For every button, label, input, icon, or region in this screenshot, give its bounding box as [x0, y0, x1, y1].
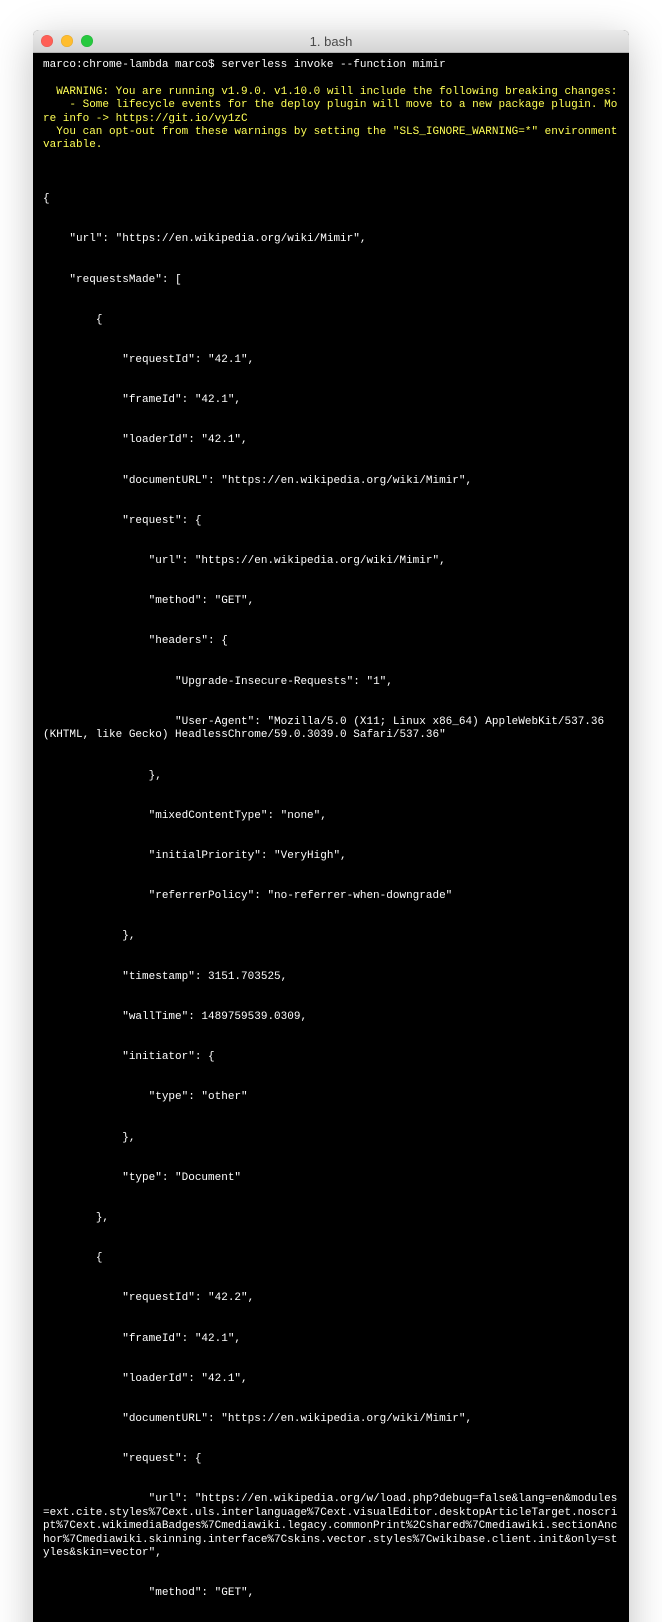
json-line: "headers": { — [43, 635, 619, 648]
warning-line: - Some lifecycle events for the deploy p… — [43, 99, 619, 126]
json-line: }, — [43, 1212, 619, 1225]
terminal-window: 1. bash marco:chrome-lambda marco$ serve… — [33, 30, 629, 1622]
json-line: "initiator": { — [43, 1051, 619, 1064]
json-line: "timestamp": 3151.703525, — [43, 971, 619, 984]
json-line: "requestsMade": [ — [43, 274, 619, 287]
json-line: "initialPriority": "VeryHigh", — [43, 850, 619, 863]
traffic-lights — [41, 35, 93, 47]
window-title: 1. bash — [33, 34, 629, 49]
json-line: "documentURL": "https://en.wikipedia.org… — [43, 1413, 619, 1426]
json-line: "type": "Document" — [43, 1172, 619, 1185]
json-line: "type": "other" — [43, 1091, 619, 1104]
json-line: { — [43, 1252, 619, 1265]
terminal-body[interactable]: marco:chrome-lambda marco$ serverless in… — [33, 53, 629, 1622]
json-line: "url": "https://en.wikipedia.org/wiki/Mi… — [43, 233, 619, 246]
json-line: "method": "GET", — [43, 595, 619, 608]
json-line: "frameId": "42.1", — [43, 394, 619, 407]
json-line: "Upgrade-Insecure-Requests": "1", — [43, 676, 619, 689]
warning-line: You can opt-out from these warnings by s… — [43, 126, 619, 153]
json-line: "request": { — [43, 515, 619, 528]
warning-line: WARNING: You are running v1.9.0. v1.10.0… — [43, 86, 619, 99]
titlebar[interactable]: 1. bash — [33, 30, 629, 53]
json-line: "wallTime": 1489759539.0309, — [43, 1011, 619, 1024]
json-line: "documentURL": "https://en.wikipedia.org… — [43, 475, 619, 488]
close-icon[interactable] — [41, 35, 53, 47]
json-line: { — [43, 193, 619, 206]
json-line: "frameId": "42.1", — [43, 1333, 619, 1346]
minimize-icon[interactable] — [61, 35, 73, 47]
json-line: "request": { — [43, 1453, 619, 1466]
json-line: }, — [43, 1132, 619, 1145]
blank-line — [43, 72, 619, 85]
json-line: "requestId": "42.1", — [43, 354, 619, 367]
json-line: "mixedContentType": "none", — [43, 810, 619, 823]
json-line: }, — [43, 930, 619, 943]
json-line: "loaderId": "42.1", — [43, 434, 619, 447]
json-line: { — [43, 314, 619, 327]
json-line: "method": "GET", — [43, 1587, 619, 1600]
json-line: "loaderId": "42.1", — [43, 1373, 619, 1386]
json-line: "User-Agent": "Mozilla/5.0 (X11; Linux x… — [43, 716, 619, 743]
json-line: "url": "https://en.wikipedia.org/wiki/Mi… — [43, 555, 619, 568]
maximize-icon[interactable] — [81, 35, 93, 47]
json-line: "requestId": "42.2", — [43, 1292, 619, 1305]
blank-line — [43, 153, 619, 166]
json-output: { "url": "https://en.wikipedia.org/wiki/… — [43, 166, 619, 1622]
json-line: "referrerPolicy": "no-referrer-when-down… — [43, 890, 619, 903]
json-line: }, — [43, 770, 619, 783]
prompt-line: marco:chrome-lambda marco$ serverless in… — [43, 59, 619, 72]
json-line: "url": "https://en.wikipedia.org/w/load.… — [43, 1493, 619, 1560]
